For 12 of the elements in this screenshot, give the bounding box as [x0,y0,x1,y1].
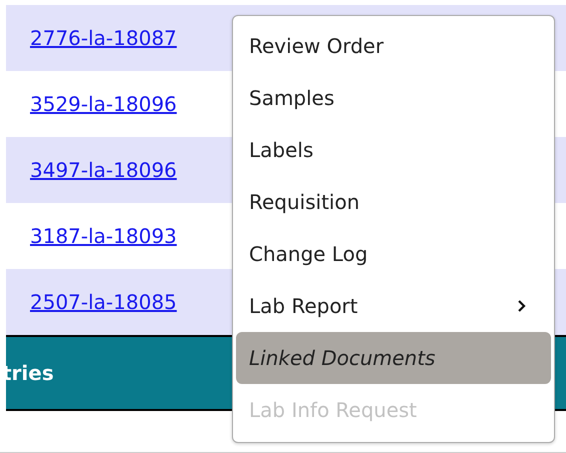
order-link[interactable]: 3497-la-18096 [30,158,177,182]
menu-item[interactable]: Review Order [236,20,551,72]
menu-item[interactable]: Lab Report [236,280,551,332]
order-link[interactable]: 3529-la-18096 [30,92,177,116]
order-link[interactable]: 2507-la-18085 [30,290,177,314]
order-link[interactable]: 3187-la-18093 [30,224,177,248]
menu-item[interactable]: Change Log [236,228,551,280]
menu-item[interactable]: Requisition [236,176,551,228]
order-link[interactable]: 2776-la-18087 [30,26,177,50]
menu-item[interactable]: Linked Documents [236,332,551,384]
menu-item[interactable]: Samples [236,72,551,124]
menu-item[interactable]: Labels [236,124,551,176]
